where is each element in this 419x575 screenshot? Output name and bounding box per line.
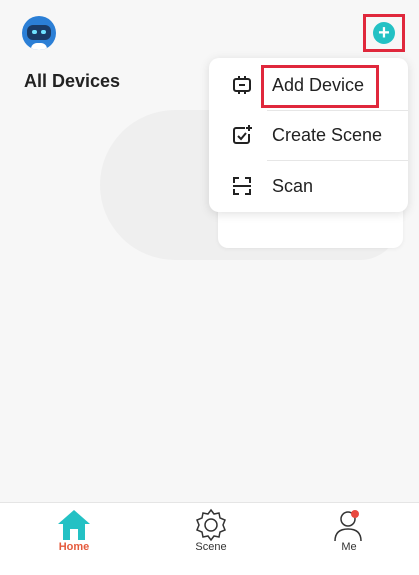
top-bar: + (0, 0, 419, 60)
page-title: All Devices (24, 71, 121, 91)
menu-item-label: Scan (272, 175, 314, 196)
tab-home[interactable]: Home (34, 503, 114, 575)
menu-item-scan[interactable]: Scan (209, 161, 408, 211)
tab-label: Me (341, 541, 357, 553)
add-button-highlight: + (363, 14, 405, 52)
add-device-icon (233, 76, 251, 94)
tab-me[interactable]: Me (309, 503, 389, 575)
add-plus-icon[interactable]: + (373, 22, 395, 44)
scene-gear-icon (196, 508, 226, 542)
tab-label: Scene (195, 541, 227, 553)
home-icon (58, 510, 90, 540)
robot-avatar-icon[interactable] (22, 16, 56, 50)
bottom-tab-bar: Home Scene Me (0, 502, 419, 575)
create-scene-icon (233, 125, 252, 144)
scan-icon (233, 177, 251, 195)
add-menu-popup: Add Device Create Scene Scan (209, 58, 408, 212)
add-device-highlight (261, 65, 379, 108)
menu-item-create-scene[interactable]: Create Scene (209, 110, 408, 160)
profile-icon (334, 510, 362, 542)
tab-scene[interactable]: Scene (171, 503, 251, 575)
menu-item-label: Create Scene (272, 124, 383, 145)
tab-label: Home (58, 541, 90, 553)
